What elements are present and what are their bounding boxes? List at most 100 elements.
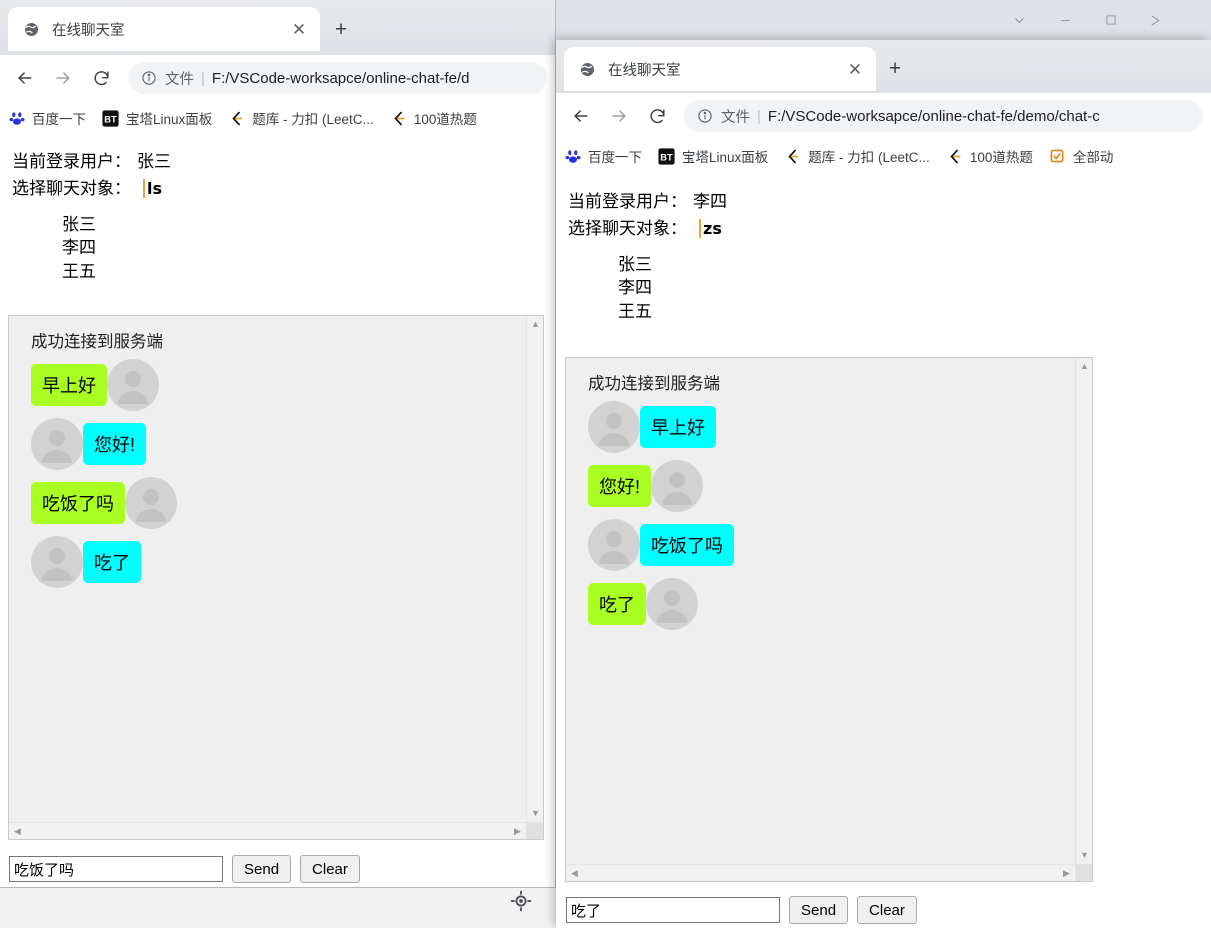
- orange-bookmark-icon: [1049, 148, 1066, 165]
- system-message: 成功连接到服务端: [588, 375, 720, 393]
- screen: 在线聊天室 ✕ + 文件 | F:/VSCode-worksapce/onlin…: [0, 0, 1211, 928]
- bookmark-bt-panel[interactable]: BT 宝塔Linux面板: [102, 108, 212, 128]
- list-item[interactable]: 李四: [62, 236, 555, 259]
- list-item[interactable]: 王五: [618, 300, 1211, 323]
- back-icon[interactable]: [8, 61, 42, 95]
- globe-icon: [22, 20, 40, 38]
- scroll-right-icon[interactable]: ▶: [509, 823, 526, 839]
- message-bubble: 您好!: [588, 465, 652, 507]
- list-item[interactable]: 张三: [618, 253, 1211, 276]
- message-row: 吃了: [31, 536, 526, 588]
- chat-target-select[interactable]: zs: [699, 219, 722, 238]
- minimize-icon[interactable]: [1042, 0, 1088, 40]
- scroll-right-icon[interactable]: ▶: [1058, 865, 1075, 881]
- right-target-row: 选择聊天对象： zs: [568, 214, 1211, 239]
- bookmark-bt-panel[interactable]: BT 宝塔Linux面板: [658, 146, 768, 166]
- info-icon[interactable]: [696, 107, 714, 125]
- right-url-text: F:/VSCode-worksapce/online-chat-fe/demo/…: [767, 107, 1100, 125]
- right-chat-horizontal-scrollbar[interactable]: ◀ ▶: [566, 864, 1075, 881]
- info-icon[interactable]: [140, 69, 158, 87]
- message-bubble: 吃了: [588, 583, 646, 625]
- message-bubble: 早上好: [31, 364, 107, 406]
- bookmark-label: 宝塔Linux面板: [682, 150, 769, 165]
- new-tab-button-left[interactable]: +: [328, 16, 354, 42]
- scroll-left-icon[interactable]: ◀: [9, 823, 26, 839]
- desktop-background: [0, 886, 556, 928]
- list-item[interactable]: 王五: [62, 260, 555, 283]
- right-tab-chatroom[interactable]: 在线聊天室 ✕: [564, 47, 876, 91]
- list-item[interactable]: 李四: [618, 276, 1211, 299]
- right-current-user-row: 当前登录用户： 李四: [568, 187, 1211, 212]
- bookmark-label: 全部动: [1072, 150, 1114, 165]
- leetcode-icon: [784, 148, 801, 165]
- scroll-up-icon[interactable]: ▲: [1076, 358, 1092, 375]
- avatar: [31, 536, 83, 588]
- message-row: 吃饭了吗: [31, 477, 526, 529]
- message-bubble: 吃了: [83, 541, 141, 583]
- bt-square-icon: BT: [658, 147, 675, 165]
- bookmark-baidu[interactable]: 百度一下: [564, 146, 642, 166]
- leetcode-icon: [946, 148, 963, 165]
- current-user-value: 张三: [137, 152, 171, 171]
- left-input-bar: Send Clear: [9, 855, 360, 883]
- left-tabstrip: 在线聊天室 ✕ +: [0, 0, 555, 55]
- bookmark-baidu[interactable]: 百度一下: [8, 108, 86, 128]
- bookmark-label: 百度一下: [32, 112, 86, 127]
- close-icon[interactable]: ✕: [288, 18, 310, 40]
- list-item[interactable]: 张三: [62, 213, 555, 236]
- avatar: [646, 578, 698, 630]
- new-tab-button-right[interactable]: +: [882, 55, 908, 81]
- url-separator: |: [757, 107, 761, 125]
- right-chat-vertical-scrollbar[interactable]: ▲ ▼: [1075, 358, 1092, 864]
- message-input[interactable]: [9, 856, 223, 882]
- forward-icon[interactable]: [46, 61, 80, 95]
- send-button[interactable]: Send: [232, 855, 292, 883]
- maximize-icon[interactable]: [1088, 0, 1134, 40]
- bookmark-hot-100[interactable]: 100道热题: [390, 108, 477, 128]
- scroll-down-icon[interactable]: ▼: [1076, 847, 1092, 864]
- close-icon[interactable]: [1134, 0, 1174, 40]
- avatar: [125, 477, 177, 529]
- reload-icon[interactable]: [640, 99, 674, 133]
- message-row: 早上好: [588, 401, 1075, 453]
- right-address-bar[interactable]: 文件 | F:/VSCode-worksapce/online-chat-fe/…: [684, 100, 1203, 132]
- message-bubble: 吃饭了吗: [640, 524, 734, 566]
- message-bubble: 早上好: [640, 406, 716, 448]
- close-icon[interactable]: ✕: [844, 58, 866, 80]
- back-icon[interactable]: [564, 99, 598, 133]
- avatar: [588, 519, 640, 571]
- clear-button[interactable]: Clear: [300, 855, 360, 883]
- bookmark-label: 100道热题: [413, 112, 477, 127]
- left-tab-chatroom[interactable]: 在线聊天室 ✕: [8, 7, 320, 51]
- left-current-user-row: 当前登录用户： 张三: [12, 147, 555, 172]
- left-chat-horizontal-scrollbar[interactable]: ◀ ▶: [9, 822, 526, 839]
- right-tab-title: 在线聊天室: [608, 62, 681, 79]
- right-toolbar: 文件 | F:/VSCode-worksapce/online-chat-fe/…: [556, 93, 1211, 139]
- chat-target-select[interactable]: ls: [143, 179, 163, 198]
- left-chat-vertical-scrollbar[interactable]: ▲ ▼: [526, 316, 543, 822]
- message-row: 您好!: [588, 460, 1075, 512]
- scroll-down-icon[interactable]: ▼: [527, 805, 543, 822]
- left-bookmarks-bar: 百度一下 BT 宝塔Linux面板 题库 - 力扣 (LeetC... 100道…: [0, 101, 555, 135]
- send-button[interactable]: Send: [789, 896, 849, 924]
- forward-icon[interactable]: [602, 99, 636, 133]
- bookmark-leetcode-problems[interactable]: 题库 - 力扣 (LeetC...: [228, 108, 374, 128]
- clear-button[interactable]: Clear: [857, 896, 917, 924]
- crosshair-target-icon[interactable]: [510, 890, 532, 912]
- left-address-bar[interactable]: 文件 | F:/VSCode-worksapce/online-chat-fe/…: [128, 62, 547, 94]
- scroll-left-icon[interactable]: ◀: [566, 865, 583, 881]
- avatar: [31, 418, 83, 470]
- reload-icon[interactable]: [84, 61, 118, 95]
- message-row: 吃了: [588, 578, 1075, 630]
- right-user-list: 张三 李四 王五: [618, 253, 1211, 323]
- message-input[interactable]: [566, 897, 780, 923]
- bookmark-leetcode-problems[interactable]: 题库 - 力扣 (LeetC...: [784, 146, 930, 166]
- bookmark-all-dynamics[interactable]: 全部动: [1049, 146, 1114, 166]
- avatar: [107, 359, 159, 411]
- scroll-up-icon[interactable]: ▲: [527, 316, 543, 333]
- bookmark-label: 宝塔Linux面板: [126, 112, 213, 127]
- browser-window-left: 在线聊天室 ✕ + 文件 | F:/VSCode-worksapce/onlin…: [0, 0, 556, 888]
- right-tabstrip: 在线聊天室 ✕ +: [556, 40, 1211, 95]
- bookmark-hot-100[interactable]: 100道热题: [946, 146, 1033, 166]
- tab-search-icon[interactable]: [996, 0, 1042, 40]
